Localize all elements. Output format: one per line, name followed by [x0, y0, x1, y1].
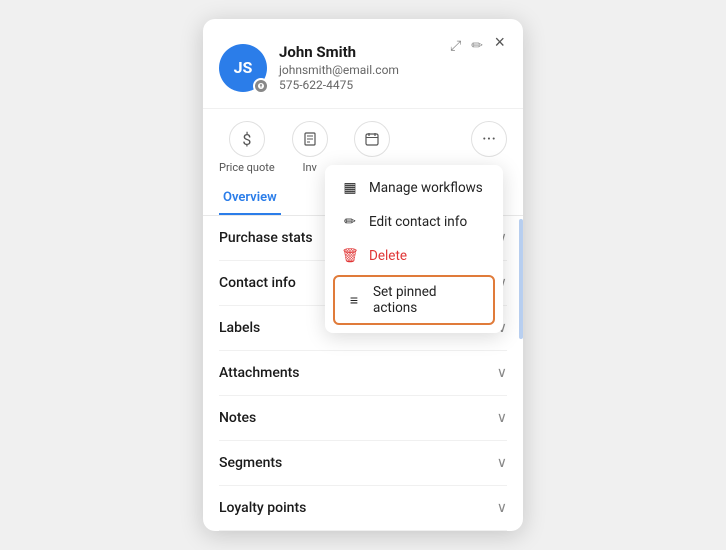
invoice-icon	[292, 121, 328, 157]
section-segments[interactable]: Segments ∨	[219, 441, 507, 486]
pinned-icon: ≡	[345, 292, 363, 309]
chevron-notes: ∨	[497, 410, 507, 426]
contact-phone: 575-622-4475	[279, 78, 507, 92]
action-bar: $ Price quote Inv ··· ▦ Manage workflows	[203, 109, 523, 174]
set-pinned-label: Set pinned actions	[373, 284, 483, 316]
loyalty-points-label: Loyalty points	[219, 500, 306, 516]
edit-contact-label: Edit contact info	[369, 214, 467, 230]
price-quote-action[interactable]: $ Price quote	[219, 121, 275, 174]
tab-overview[interactable]: Overview	[219, 182, 281, 215]
manage-workflows-label: Manage workflows	[369, 180, 483, 196]
purchase-stats-label: Purchase stats	[219, 230, 313, 246]
edit-icon: ✏	[471, 37, 483, 53]
workflows-icon: ▦	[341, 180, 359, 196]
contact-email: johnsmith@email.com	[279, 63, 507, 77]
edit-contact-item[interactable]: ✏ Edit contact info	[325, 205, 503, 239]
chevron-attachments: ∨	[497, 365, 507, 381]
edit-button[interactable]: ✏	[469, 35, 485, 56]
contact-modal: × JS John Smith johnsmith@email.com 575-…	[203, 19, 523, 531]
segments-label: Segments	[219, 455, 282, 471]
edit-contact-icon: ✏	[341, 214, 359, 230]
set-pinned-item[interactable]: ≡ Set pinned actions	[333, 275, 495, 325]
price-quote-label: Price quote	[219, 161, 275, 174]
chevron-segments: ∨	[497, 455, 507, 471]
notes-label: Notes	[219, 410, 256, 426]
manage-workflows-item[interactable]: ▦ Manage workflows	[325, 171, 503, 205]
contact-info-label: Contact info	[219, 275, 296, 291]
contact-header: JS John Smith johnsmith@email.com 575-62…	[203, 19, 523, 109]
section-loyalty-points[interactable]: Loyalty points ∨	[219, 486, 507, 531]
expand-icon: ⤢	[450, 37, 461, 53]
labels-label: Labels	[219, 320, 260, 336]
calendar-action[interactable]	[345, 121, 399, 161]
delete-label: Delete	[369, 248, 407, 264]
more-button[interactable]: ···	[471, 121, 507, 157]
scrollbar[interactable]	[519, 219, 523, 339]
expand-button[interactable]: ⤢	[448, 35, 463, 56]
attachments-label: Attachments	[219, 365, 299, 381]
invoice-label: Inv	[302, 161, 316, 174]
calendar-icon	[354, 121, 390, 157]
chevron-loyalty-points: ∨	[497, 500, 507, 516]
dropdown-menu: ▦ Manage workflows ✏ Edit contact info 🗑…	[325, 165, 503, 333]
header-actions: ⤢ ✏	[448, 35, 485, 56]
section-notes[interactable]: Notes ∨	[219, 396, 507, 441]
avatar: JS	[219, 44, 267, 92]
avatar-badge	[253, 78, 269, 94]
section-attachments[interactable]: Attachments ∨	[219, 351, 507, 396]
price-quote-icon: $	[229, 121, 265, 157]
delete-item[interactable]: 🗑 Delete	[325, 239, 503, 273]
delete-icon: 🗑	[341, 248, 359, 264]
